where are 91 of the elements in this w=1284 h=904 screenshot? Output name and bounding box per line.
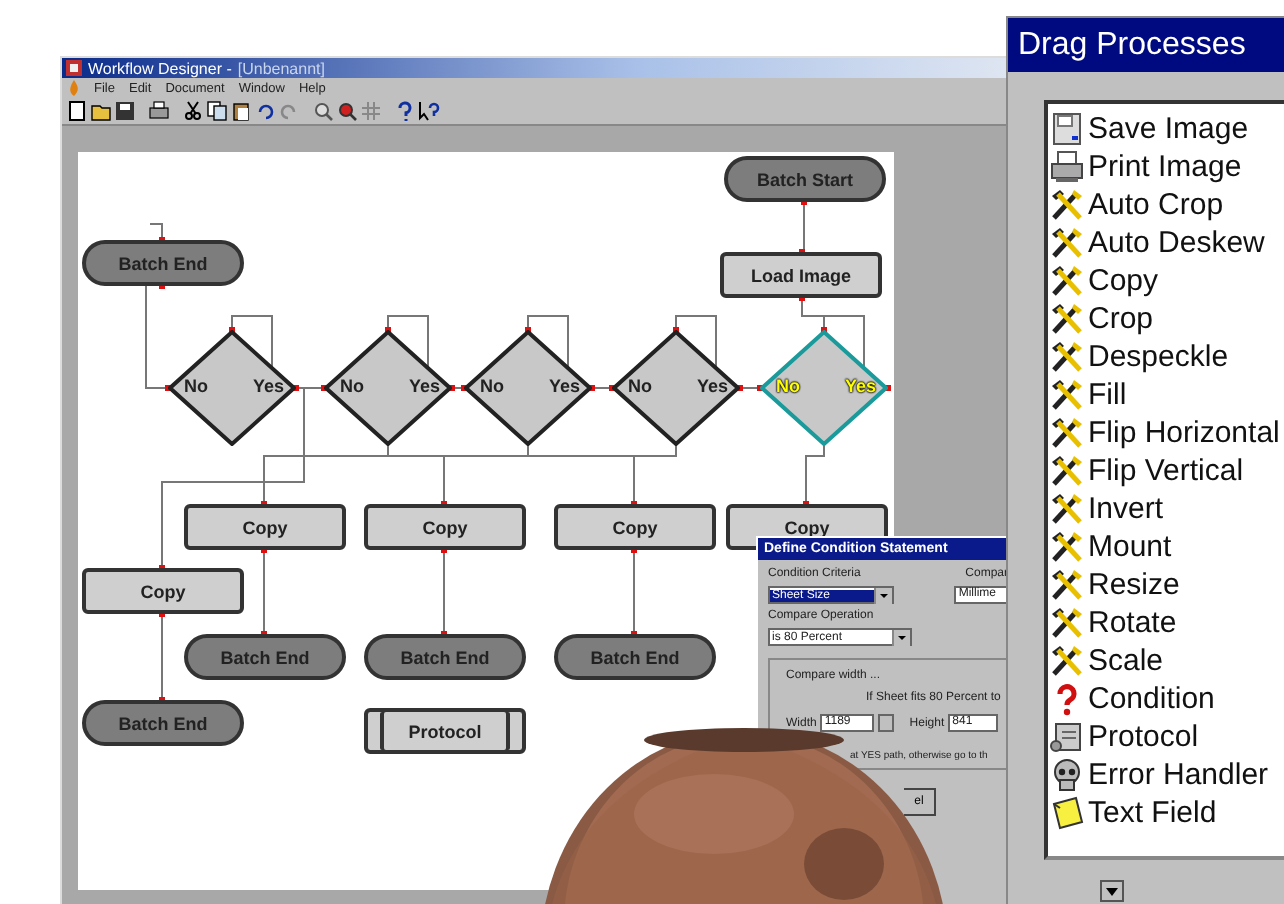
process-item[interactable]: Fill	[1088, 378, 1127, 412]
terminal-node[interactable]: Batch End	[364, 634, 526, 680]
yes-label: Yes	[548, 376, 580, 396]
connector-line	[633, 549, 635, 635]
tools-icon	[1050, 530, 1084, 564]
protocol-node[interactable]: Protocol	[364, 708, 526, 754]
process-item[interactable]: Resize	[1088, 568, 1180, 602]
scroll-button[interactable]	[1100, 880, 1124, 902]
browse-button[interactable]	[878, 714, 894, 732]
zoom-out-icon[interactable]	[336, 100, 358, 122]
yes-label: Yes	[408, 376, 440, 396]
process-item[interactable]: Despeckle	[1088, 340, 1229, 374]
process-node[interactable]: Copy	[554, 504, 716, 550]
decision-node[interactable]	[168, 330, 296, 446]
yes-label: Yes	[844, 376, 876, 396]
connector-line	[149, 223, 163, 241]
help-icon[interactable]	[394, 100, 416, 122]
process-item[interactable]: Crop	[1088, 302, 1154, 336]
yes-label: Yes	[252, 376, 284, 396]
process-item[interactable]: Auto Deskew	[1088, 226, 1265, 260]
note-icon	[1050, 796, 1084, 830]
palette-title: Drag Processes	[1008, 18, 1284, 72]
context-help-icon[interactable]	[418, 100, 440, 122]
dropdown-arrow-icon[interactable]	[892, 629, 910, 645]
skull-icon	[1050, 758, 1084, 792]
process-item[interactable]: Invert	[1088, 492, 1164, 526]
no-label: No	[480, 376, 504, 396]
app-icon	[66, 60, 82, 76]
document-name: [Unbenannt]	[237, 59, 325, 77]
connector-line	[805, 445, 825, 505]
process-node[interactable]: Load Image	[720, 252, 882, 298]
process-node[interactable]: Copy	[82, 568, 244, 614]
process-item[interactable]: Copy	[1088, 264, 1159, 298]
process-item[interactable]: Scale	[1088, 644, 1164, 678]
no-label: No	[628, 376, 652, 396]
process-item[interactable]: Text Field	[1088, 796, 1217, 830]
decision-node[interactable]	[760, 330, 888, 446]
printer-icon	[1050, 150, 1084, 184]
tools-icon	[1050, 302, 1084, 336]
undo-icon[interactable]	[254, 100, 276, 122]
process-item[interactable]: Flip Horizontal	[1088, 416, 1280, 450]
decision-node[interactable]	[324, 330, 452, 446]
process-item[interactable]: Error Handler	[1088, 758, 1269, 792]
window-title: Workflow Designer -	[88, 59, 232, 77]
decision-node[interactable]	[612, 330, 740, 446]
open-folder-icon[interactable]	[90, 100, 112, 122]
printer-icon[interactable]	[148, 100, 170, 122]
paste-icon[interactable]	[230, 100, 252, 122]
process-item[interactable]: Print Image	[1088, 150, 1242, 184]
no-label: No	[776, 376, 800, 396]
zoom-icon[interactable]	[312, 100, 334, 122]
save-icon[interactable]	[114, 100, 136, 122]
tools-icon	[1050, 416, 1084, 450]
tools-icon	[1050, 568, 1084, 602]
tools-icon	[1050, 644, 1084, 678]
connector-line	[161, 613, 163, 701]
no-label: No	[340, 376, 364, 396]
terminal-node[interactable]: Batch End	[554, 634, 716, 680]
process-item[interactable]: Auto Crop	[1088, 188, 1224, 222]
scroll-icon	[1050, 720, 1084, 754]
scissors-icon[interactable]	[182, 100, 204, 122]
connector-line	[803, 201, 805, 253]
tools-icon	[1050, 606, 1084, 640]
down-arrow-icon	[1106, 887, 1118, 895]
tools-icon	[1050, 454, 1084, 488]
tools-icon	[1050, 492, 1084, 526]
decision-node[interactable]	[464, 330, 592, 446]
process-node[interactable]: Copy	[364, 504, 526, 550]
connector-line	[443, 549, 445, 635]
dropdown-arrow-icon[interactable]	[874, 587, 893, 603]
terminal-node[interactable]: Batch End	[184, 634, 346, 680]
terminal-node[interactable]: Batch End	[82, 700, 244, 746]
process-item[interactable]: Protocol	[1088, 720, 1199, 754]
tools-icon	[1050, 340, 1084, 374]
tools-icon	[1050, 226, 1084, 260]
process-item[interactable]: Mount	[1088, 530, 1172, 564]
process-item[interactable]: Save Image	[1088, 112, 1249, 146]
process-node[interactable]: Copy	[184, 504, 346, 550]
process-item[interactable]: Rotate	[1088, 606, 1177, 640]
yes-label: Yes	[696, 376, 728, 396]
new-file-icon[interactable]	[66, 100, 88, 122]
no-label: No	[184, 376, 208, 396]
tools-icon	[1050, 188, 1084, 222]
copy-icon[interactable]	[206, 100, 228, 122]
flame-icon	[68, 80, 80, 96]
terminal-node[interactable]: Batch End	[82, 240, 244, 286]
tools-icon	[1050, 378, 1084, 412]
terminal-node[interactable]: Batch Start	[724, 156, 886, 202]
process-item[interactable]: Condition	[1088, 682, 1215, 716]
tools-icon	[1050, 264, 1084, 298]
process-item[interactable]: Flip Vertical	[1088, 454, 1244, 488]
